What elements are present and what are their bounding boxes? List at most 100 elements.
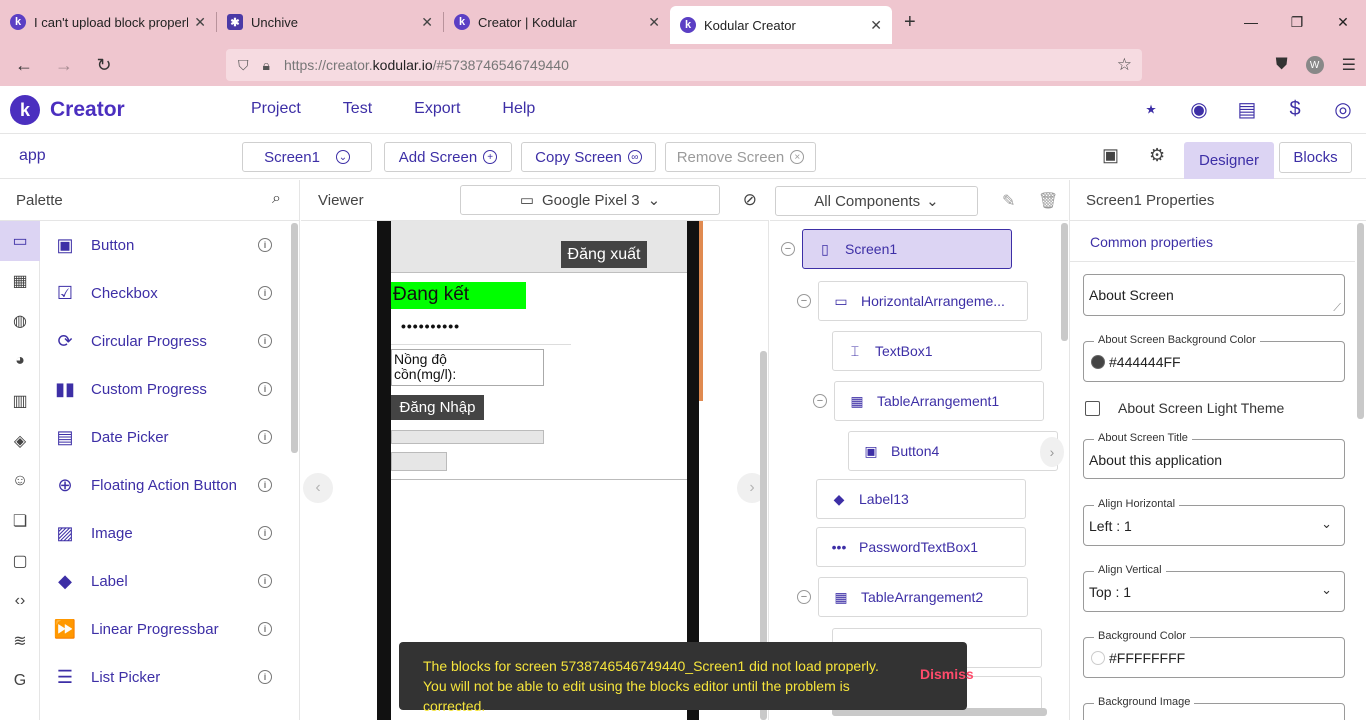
properties-scrollbar[interactable] [1357,221,1365,421]
add-screen-button[interactable]: Add Screen + [384,142,512,172]
browser-tab[interactable]: k Creator | Kodular ✕ [444,0,670,44]
back-icon[interactable]: ← [6,47,42,83]
info-icon[interactable]: i [258,478,272,492]
top-arrangement[interactable]: Đăng xuất [391,221,687,273]
palette-icon[interactable]: ◉ [1186,96,1212,122]
password-textbox[interactable]: •••••••••• [401,318,460,334]
close-tab-icon[interactable]: ✕ [421,14,433,31]
browser-tab-active[interactable]: k Kodular Creator ✕ [670,6,892,44]
browser-tab[interactable]: k I can't upload block properly fr ✕ [0,0,216,44]
code-category-icon[interactable]: ‹› [0,581,40,621]
layout-category-icon[interactable]: ▦ [0,261,40,301]
account-icon[interactable]: ◎ [1330,96,1356,122]
close-tab-icon[interactable]: ✕ [648,14,660,31]
menu-icon[interactable]: ☰ [1342,55,1356,75]
chevron-left-icon[interactable]: ‹ [303,473,333,503]
browser-tab[interactable]: ✱ Unchive ✕ [217,0,443,44]
new-tab-icon[interactable]: + [904,11,916,34]
close-window-icon[interactable]: ✕ [1320,0,1366,44]
logout-button[interactable]: Đăng xuất [561,241,647,268]
scrollbar-thumb[interactable] [1061,223,1068,341]
about-title-field[interactable]: About Screen Title About this applicatio… [1083,432,1345,479]
media-category-icon[interactable]: ◍ [0,301,40,341]
storage-category-icon[interactable]: ❏ [0,501,40,541]
tree-item-password-textbox1[interactable]: ••• PasswordTextBox1 [816,527,1026,567]
status-label[interactable]: Đang kết [391,282,526,309]
lock-icon[interactable]: 🔒︎ [263,57,270,74]
restore-icon[interactable]: ❐ [1274,0,1320,44]
info-icon[interactable]: i [258,238,272,252]
device-select[interactable]: ▭ Google Pixel 3 ⌄ [460,185,720,215]
collapse-icon[interactable]: − [797,590,811,604]
collapse-icon[interactable]: − [781,242,795,256]
utilities-category-icon[interactable]: ▢ [0,541,40,581]
palette-item-label[interactable]: ◆ Label i [41,557,290,605]
palette-item-checkbox[interactable]: ☑ Checkbox i [41,269,290,317]
folder-star-icon[interactable]: ⭑ [1138,96,1164,122]
align-vertical-select[interactable]: Align Vertical Top : 1 ⌄ [1083,564,1345,612]
menu-export[interactable]: Export [414,100,460,118]
close-tab-icon[interactable]: ✕ [870,17,882,34]
scrollbar-thumb[interactable] [1357,223,1364,419]
social-category-icon[interactable]: ☺ [0,461,40,501]
maps-category-icon[interactable]: ▥ [0,381,40,421]
sensors-category-icon[interactable]: ◈ [0,421,40,461]
tree-item-button4[interactable]: ▣ Button4 [848,431,1058,471]
tree-item-horizontal-arrangement[interactable]: ▭ HorizontalArrangeme... [818,281,1028,321]
eye-off-icon[interactable]: ⊘ [743,190,757,210]
tree-item-textbox1[interactable]: ⌶ TextBox1 [832,331,1042,371]
info-icon[interactable]: i [258,382,272,396]
align-horizontal-select[interactable]: Align Horizontal Left : 1 ⌄ [1083,498,1345,546]
google-category-icon[interactable]: G [0,661,40,701]
gear-icon[interactable]: ⚙ [1149,145,1165,166]
palette-item-list-picker[interactable]: ☰ List Picker i [41,653,290,701]
screen-select[interactable]: Screen1 ⌄ [242,142,372,172]
menu-test[interactable]: Test [343,100,372,118]
info-icon[interactable]: i [258,286,272,300]
reload-icon[interactable]: ↻ [86,47,122,83]
tree-item-table-arrangement2[interactable]: ▦ TableArrangement2 [818,577,1028,617]
bookmark-star-icon[interactable]: ☆ [1117,55,1132,75]
dollar-icon[interactable]: $ [1282,96,1308,122]
info-icon[interactable]: i [258,574,272,588]
news-icon[interactable]: ▤ [1234,96,1260,122]
components-filter-select[interactable]: All Components ⌄ [775,186,978,216]
palette-item-date-picker[interactable]: ▤ Date Picker i [41,413,290,461]
placeholder-component[interactable] [391,430,544,444]
about-bg-color-field[interactable]: About Screen Background Color #444444FF [1083,334,1345,382]
copy-screen-button[interactable]: Copy Screen ∞ [521,142,656,172]
palette-item-linear-progressbar[interactable]: ⏩ Linear Progressbar i [41,605,290,653]
designer-button[interactable]: Designer [1184,142,1274,179]
common-properties-section[interactable]: Common properties [1090,234,1213,250]
tree-item-screen1[interactable]: ▯ Screen1 [802,229,1012,269]
remove-screen-button[interactable]: Remove Screen × [665,142,816,172]
kodular-logo[interactable]: k [10,95,40,125]
close-tab-icon[interactable]: ✕ [194,14,206,31]
info-icon[interactable]: i [258,622,272,636]
collapse-icon[interactable]: − [813,394,827,408]
minimize-icon[interactable]: — [1228,0,1274,44]
tree-item-label13[interactable]: ◆ Label13 [816,479,1026,519]
tree-scrollbar[interactable] [1060,221,1068,720]
about-screen-field[interactable]: About Screen ⟋ [1083,274,1345,316]
palette-item-floating-action-button[interactable]: ⊕ Floating Action Button i [41,461,290,509]
resize-handle-icon[interactable]: ⟋ [1333,302,1341,315]
address-bar[interactable]: ⛉ 🔒︎ https://creator.kodular.io/#5738746… [226,49,1142,81]
info-icon[interactable]: i [258,430,272,444]
collapse-icon[interactable]: − [797,294,811,308]
background-color-field[interactable]: Background Color #FFFFFFFF [1083,630,1345,678]
menu-help[interactable]: Help [502,100,535,118]
info-icon[interactable]: i [258,334,272,348]
profile-avatar[interactable]: W [1305,56,1324,74]
forward-icon[interactable]: → [46,47,82,83]
info-icon[interactable]: i [258,670,272,684]
palette-scrollbar[interactable] [290,221,300,720]
background-image-field[interactable]: Background Image [1083,696,1345,720]
login-button[interactable]: Đăng Nhập [391,395,484,420]
user-interface-category-icon[interactable]: ▭ [0,221,40,261]
menu-project[interactable]: Project [251,100,301,118]
scrollbar-thumb[interactable] [291,223,298,453]
palette-item-custom-progress[interactable]: ▮▮ Custom Progress i [41,365,290,413]
palette-item-circular-progress[interactable]: ⟳ Circular Progress i [41,317,290,365]
tree-item-table-arrangement1[interactable]: ▦ TableArrangement1 [834,381,1044,421]
